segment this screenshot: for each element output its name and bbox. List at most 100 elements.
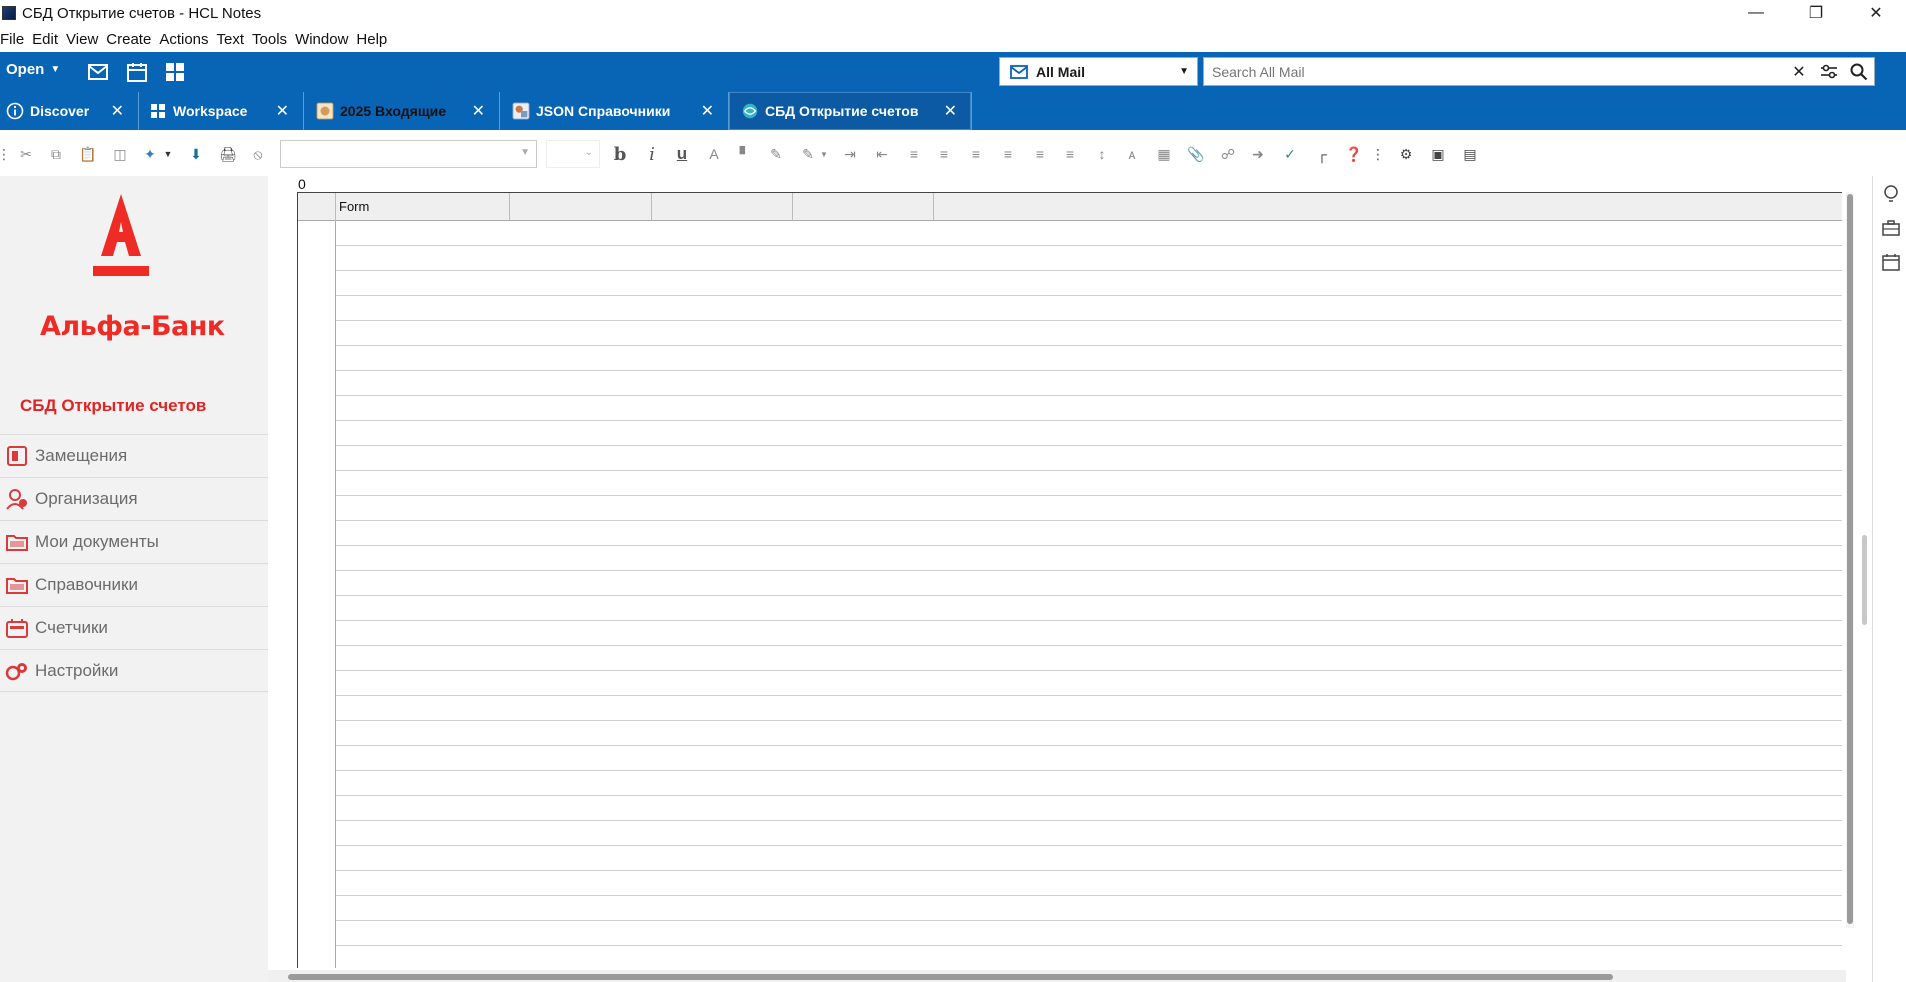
grid-icon bbox=[149, 102, 167, 120]
apps-grid-icon[interactable] bbox=[164, 61, 186, 83]
app-icon bbox=[2, 6, 16, 20]
tab-discover[interactable]: Discover ✕ bbox=[0, 92, 139, 130]
lightbulb-icon[interactable] bbox=[1881, 184, 1901, 204]
numbered-list-icon[interactable]: ≡ bbox=[934, 144, 954, 164]
align-justify-icon[interactable]: ≡ bbox=[998, 144, 1018, 164]
nav-item-counters[interactable]: Счетчики bbox=[0, 606, 268, 649]
nav-item-directories[interactable]: Справочники bbox=[0, 563, 268, 606]
align-right-icon[interactable]: ≡ bbox=[1060, 144, 1080, 164]
chevron-down-icon[interactable]: ▼ bbox=[818, 144, 830, 164]
line-spacing-icon[interactable]: ↕ bbox=[1092, 144, 1112, 164]
paste-icon[interactable]: 📋 bbox=[78, 144, 98, 164]
pen-icon[interactable]: ✎ bbox=[766, 144, 786, 164]
horizontal-scrollbar[interactable] bbox=[268, 970, 1846, 982]
substitution-icon bbox=[4, 443, 30, 469]
spellcheck-icon[interactable]: ✓ bbox=[1280, 144, 1300, 164]
text-color-icon[interactable]: A bbox=[704, 144, 724, 164]
chevron-down-icon[interactable]: ▼ bbox=[162, 144, 174, 164]
text-style-icon[interactable]: ᴀ bbox=[1122, 144, 1142, 164]
help-icon[interactable]: ❓ bbox=[1344, 144, 1364, 164]
save-icon[interactable]: ⬇ bbox=[186, 144, 206, 164]
tab-bar: Discover ✕ Workspace ✕ 2025 Входящие ✕ J… bbox=[0, 92, 1906, 130]
nav-item-label: Справочники bbox=[35, 575, 138, 594]
menu-edit[interactable]: Edit bbox=[32, 31, 66, 48]
minimize-icon[interactable]: — bbox=[1726, 0, 1786, 26]
bold-icon[interactable]: b bbox=[610, 144, 630, 165]
open-button[interactable]: Open ▼ bbox=[6, 61, 60, 78]
selection-margin[interactable] bbox=[298, 221, 336, 968]
menu-create[interactable]: Create bbox=[106, 31, 159, 48]
menu-file[interactable]: File bbox=[0, 31, 32, 48]
copy-icon[interactable]: ⧉ bbox=[46, 144, 66, 164]
mail-icon[interactable] bbox=[87, 61, 109, 83]
tab-workspace[interactable]: Workspace ✕ bbox=[139, 92, 304, 130]
cut-icon[interactable]: ✂ bbox=[16, 144, 36, 164]
style-select[interactable]: ▼ bbox=[280, 140, 537, 168]
sidebar-resize-handle[interactable] bbox=[1862, 535, 1867, 625]
align-left-icon[interactable]: ≡ bbox=[1030, 144, 1050, 164]
search-input[interactable] bbox=[1204, 58, 1784, 85]
briefcase-icon[interactable] bbox=[1881, 218, 1901, 238]
alfa-logo-icon bbox=[93, 194, 149, 276]
scroll-thumb[interactable] bbox=[1847, 194, 1853, 924]
close-tab-icon[interactable]: ✕ bbox=[472, 101, 485, 121]
column-header-form[interactable]: Form bbox=[336, 193, 510, 221]
column-header[interactable] bbox=[652, 193, 793, 221]
indent-icon[interactable]: ⇥ bbox=[840, 144, 860, 164]
db-icon bbox=[316, 102, 334, 120]
menu-actions[interactable]: Actions bbox=[159, 31, 216, 48]
puzzle-icon[interactable]: ⚙ bbox=[1396, 144, 1416, 164]
table-icon[interactable]: ▦ bbox=[1154, 144, 1174, 164]
close-tab-icon[interactable]: ✕ bbox=[944, 101, 957, 121]
underline-icon[interactable]: u bbox=[672, 144, 692, 164]
paint-icon[interactable]: ▘ bbox=[735, 144, 755, 164]
bullet-list-icon[interactable]: ≡ bbox=[904, 144, 924, 164]
view-rows[interactable] bbox=[298, 221, 1842, 968]
menu-help[interactable]: Help bbox=[356, 31, 395, 48]
close-tab-icon[interactable]: ✕ bbox=[701, 101, 714, 121]
italic-icon[interactable]: i bbox=[642, 144, 662, 165]
copy-link-icon[interactable]: ◫ bbox=[110, 144, 130, 164]
close-tab-icon[interactable]: ✕ bbox=[111, 101, 124, 121]
clear-icon[interactable]: ✕ bbox=[1784, 59, 1814, 85]
stop-icon[interactable]: ⦸ bbox=[248, 144, 268, 164]
new-document-icon[interactable]: ✦ bbox=[140, 144, 160, 164]
menu-text[interactable]: Text bbox=[217, 31, 253, 48]
attachment-icon[interactable]: 📎 bbox=[1186, 144, 1206, 164]
menu-window[interactable]: Window bbox=[295, 31, 356, 48]
nav-item-settings[interactable]: Настройки bbox=[0, 649, 268, 692]
tab-label: 2025 Входящие bbox=[340, 103, 447, 119]
align-center-icon[interactable]: ≡ bbox=[966, 144, 986, 164]
nav-item-label: Организация bbox=[35, 489, 138, 508]
print-icon[interactable]: 🖨 bbox=[218, 144, 238, 164]
mail-scope-select[interactable]: All Mail ▼ bbox=[999, 57, 1198, 86]
scroll-thumb[interactable] bbox=[288, 974, 1613, 980]
toolbox-icon[interactable]: ▣ bbox=[1428, 144, 1448, 164]
calendar-icon[interactable] bbox=[126, 61, 148, 83]
font-size-select[interactable]: ⌄ bbox=[546, 140, 600, 168]
panel-icon[interactable]: ▤ bbox=[1460, 144, 1480, 164]
close-icon[interactable]: ✕ bbox=[1846, 0, 1906, 26]
search-icon[interactable] bbox=[1844, 59, 1874, 85]
column-header[interactable] bbox=[510, 193, 652, 221]
close-tab-icon[interactable]: ✕ bbox=[276, 101, 289, 121]
calendar-icon[interactable] bbox=[1881, 252, 1901, 272]
highlight-icon[interactable]: ✎ bbox=[798, 144, 818, 164]
nav-item-organization[interactable]: Организация bbox=[0, 477, 268, 520]
tab-inbox-2025[interactable]: 2025 Входящие ✕ bbox=[304, 92, 500, 130]
menu-tools[interactable]: Tools bbox=[252, 31, 295, 48]
forward-icon[interactable]: ➜ bbox=[1248, 144, 1268, 164]
nav-item-my-documents[interactable]: Мои документы bbox=[0, 520, 268, 563]
tab-label: Discover bbox=[30, 103, 90, 119]
column-header[interactable] bbox=[793, 193, 934, 221]
nav-item-substitutions[interactable]: Замещения bbox=[0, 434, 268, 477]
restore-icon[interactable]: ❐ bbox=[1786, 0, 1846, 26]
tab-json-directories[interactable]: JSON Справочники ✕ bbox=[500, 92, 729, 130]
menu-view[interactable]: View bbox=[66, 31, 106, 48]
tab-sbd-account-opening[interactable]: СБД Открытие счетов ✕ bbox=[729, 92, 972, 130]
outdent-icon[interactable]: ⇤ bbox=[872, 144, 892, 164]
link-icon[interactable]: ☍ bbox=[1218, 144, 1238, 164]
filter-icon[interactable] bbox=[1814, 59, 1844, 85]
vertical-scrollbar[interactable] bbox=[1846, 192, 1854, 928]
ruler-icon[interactable]: ┌ bbox=[1312, 144, 1332, 164]
